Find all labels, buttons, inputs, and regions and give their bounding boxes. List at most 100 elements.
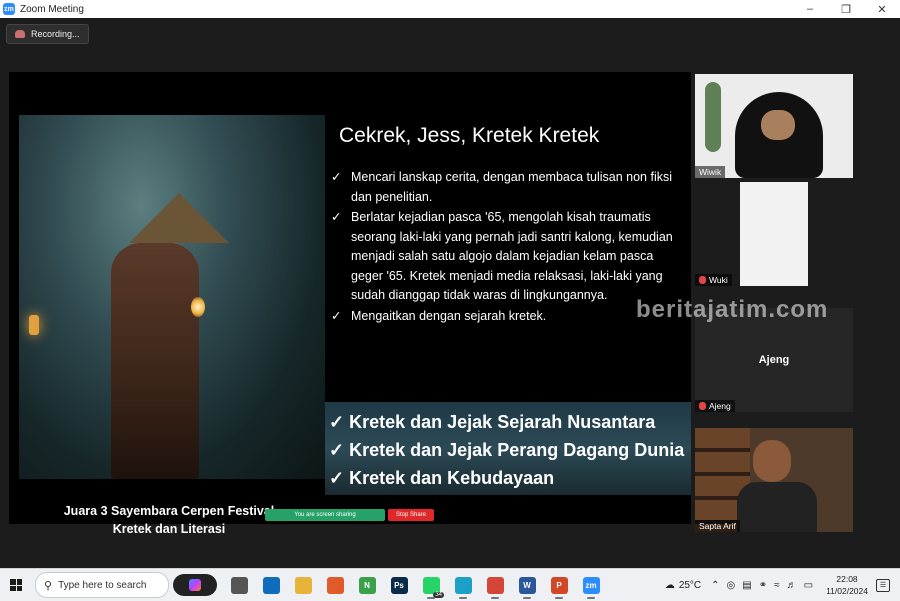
task-view-icon	[230, 576, 248, 594]
slide-bullet: ✓ Mencari lanskap cerita, dengan membaca …	[331, 168, 676, 207]
clock[interactable]: 22:08 11/02/2024	[826, 573, 868, 597]
taskbar-app[interactable]	[223, 570, 255, 600]
participant-name-tag: Wiwik	[695, 166, 726, 178]
bullet-text: Berlatar kejadian pasca '65, mengolah ki…	[351, 210, 673, 302]
window-controls: – ❐ ✕	[792, 0, 900, 18]
screen-sharing-status[interactable]: You are screen sharing	[265, 509, 385, 521]
copilot-icon	[189, 579, 201, 591]
check-icon: ✓	[329, 468, 345, 488]
slide-bullets: ✓ Mencari lanskap cerita, dengan membaca …	[331, 168, 676, 327]
taskbar-app[interactable]	[255, 570, 287, 600]
lower-list-item: ✓ Kretek dan Jejak Sejarah Nusantara	[329, 408, 684, 436]
ms-store-icon	[326, 576, 344, 594]
lower-item-text: Kretek dan Kebudayaan	[349, 468, 555, 488]
taskbar-app[interactable]	[479, 570, 511, 600]
taskbar-app[interactable]: zm	[575, 570, 607, 600]
taskbar-search[interactable]: ⚲ Type here to search	[35, 572, 169, 598]
taskbar-app[interactable]: P	[543, 570, 575, 600]
battery-icon[interactable]: ▭	[804, 580, 813, 591]
participant-body	[737, 482, 817, 532]
wifi-icon[interactable]: ≈	[774, 580, 780, 591]
participant-face	[753, 440, 791, 482]
slide-photo-smoker	[19, 115, 325, 479]
windows-logo-icon	[10, 579, 22, 591]
lantern-shape	[29, 315, 39, 335]
taskbar-apps: N Ps 34 W Pzm	[223, 570, 607, 600]
mic-muted-icon	[699, 276, 706, 284]
mic-muted-icon	[699, 402, 706, 410]
taskbar-app[interactable]	[447, 570, 479, 600]
check-icon: ✓	[331, 308, 342, 323]
recording-label: Recording...	[31, 29, 80, 39]
restore-button[interactable]: ❐	[828, 0, 864, 18]
slide-title: Cekrek, Jess, Kretek Kretek	[339, 124, 600, 147]
participant-name-tag: Sapta Arif	[695, 520, 740, 532]
taskbar: ⚲ Type here to search N Ps 34 W Pzm ☁ 25°C ⌃…	[0, 568, 900, 601]
conical-hat-shape	[129, 193, 229, 243]
weather-widget[interactable]: ☁ 25°C	[665, 580, 701, 591]
bullet-text: Mengaitkan dengan sejarah kretek.	[351, 308, 547, 323]
search-placeholder: Type here to search	[58, 579, 147, 591]
slide-lower-list: ✓ Kretek dan Jejak Sejarah Nusantara ✓ K…	[329, 408, 684, 492]
close-button[interactable]: ✕	[864, 0, 900, 18]
taskbar-app[interactable]	[319, 570, 351, 600]
slide-bullet: ✓ Berlatar kejadian pasca '65, mengolah k…	[331, 208, 676, 306]
weather-temp: 25°C	[678, 579, 702, 591]
volume-icon[interactable]: ♬	[787, 580, 797, 591]
lower-list-item: ✓ Kretek dan Kebudayaan	[329, 464, 684, 492]
participant-tile-sapta-arif[interactable]: Sapta Arif	[695, 428, 853, 532]
search-icon: ⚲	[44, 579, 53, 592]
minimize-button[interactable]: –	[792, 0, 828, 18]
microphone-icon[interactable]: ⚭	[759, 580, 767, 591]
check-icon: ✓	[331, 210, 342, 224]
caption-line-2: Kretek dan Literasi	[112, 522, 226, 536]
word-icon: W	[518, 576, 536, 594]
meet-now-icon[interactable]: ◎	[727, 580, 736, 591]
participant-tile-wiwik[interactable]: Wiwik	[695, 74, 853, 178]
file-explorer-icon	[294, 576, 312, 594]
lower-list-item: ✓ Kretek dan Jejak Perang Dagang Dunia	[329, 436, 684, 464]
app-badge: 34	[433, 592, 444, 598]
participant-name-tag: Wuki	[695, 274, 732, 286]
participant-name-tag: Ajeng	[695, 400, 735, 412]
mail-icon	[262, 576, 280, 594]
taskbar-app[interactable]: W	[511, 570, 543, 600]
photoshop-icon: Ps	[390, 576, 408, 594]
excel-like-icon: N	[358, 576, 376, 594]
watermark: beritajatim.com	[636, 296, 829, 323]
lower-item-text: Kretek dan Jejak Perang Dagang Dunia	[349, 440, 685, 460]
powerpoint-icon: P	[550, 576, 568, 594]
copilot-button[interactable]	[173, 574, 217, 596]
start-button[interactable]	[0, 569, 32, 601]
check-icon: ✓	[331, 170, 342, 184]
chrome-icon	[486, 576, 504, 594]
clock-date: 11/02/2024	[826, 586, 868, 596]
chevron-up-icon[interactable]: ⌃	[711, 580, 719, 591]
check-icon: ✓	[329, 440, 345, 460]
window-title: Zoom Meeting	[20, 3, 84, 15]
plant-shape	[705, 82, 721, 152]
taskbar-app[interactable]: N	[351, 570, 383, 600]
lighter-flame-shape	[191, 297, 205, 317]
edge-icon	[454, 576, 472, 594]
cloud-icon: ☁	[664, 579, 675, 591]
taskbar-app[interactable]: Ps	[383, 570, 415, 600]
bullet-text: Mencari lanskap cerita, dengan membaca t…	[351, 170, 673, 204]
recording-icon	[15, 30, 25, 38]
slide-caption: Juara 3 Sayembara Cerpen Festival Kretek…	[49, 502, 289, 538]
lower-item-text: Kretek dan Jejak Sejarah Nusantara	[349, 412, 656, 432]
recording-indicator[interactable]: Recording...	[6, 24, 89, 44]
zoom-icon: zm	[582, 576, 600, 594]
notification-icon[interactable]: ☰	[876, 578, 890, 592]
network-icon[interactable]: ▤	[742, 580, 751, 591]
taskbar-app[interactable]	[287, 570, 319, 600]
man-figure-shape	[111, 243, 199, 479]
participant-tile-wuki[interactable]: Wuki	[695, 182, 853, 286]
slide-bullet: ✓ Mengaitkan dengan sejarah kretek.	[331, 307, 676, 327]
stop-share-button[interactable]: Stop Share	[388, 509, 434, 521]
taskbar-app[interactable]: 34	[415, 570, 447, 600]
caption-line-1: Juara 3 Sayembara Cerpen Festival	[63, 504, 275, 518]
window-titlebar: zm Zoom Meeting – ❐ ✕	[0, 0, 900, 18]
participant-video	[740, 182, 808, 286]
zoom-logo-icon: zm	[3, 3, 15, 15]
